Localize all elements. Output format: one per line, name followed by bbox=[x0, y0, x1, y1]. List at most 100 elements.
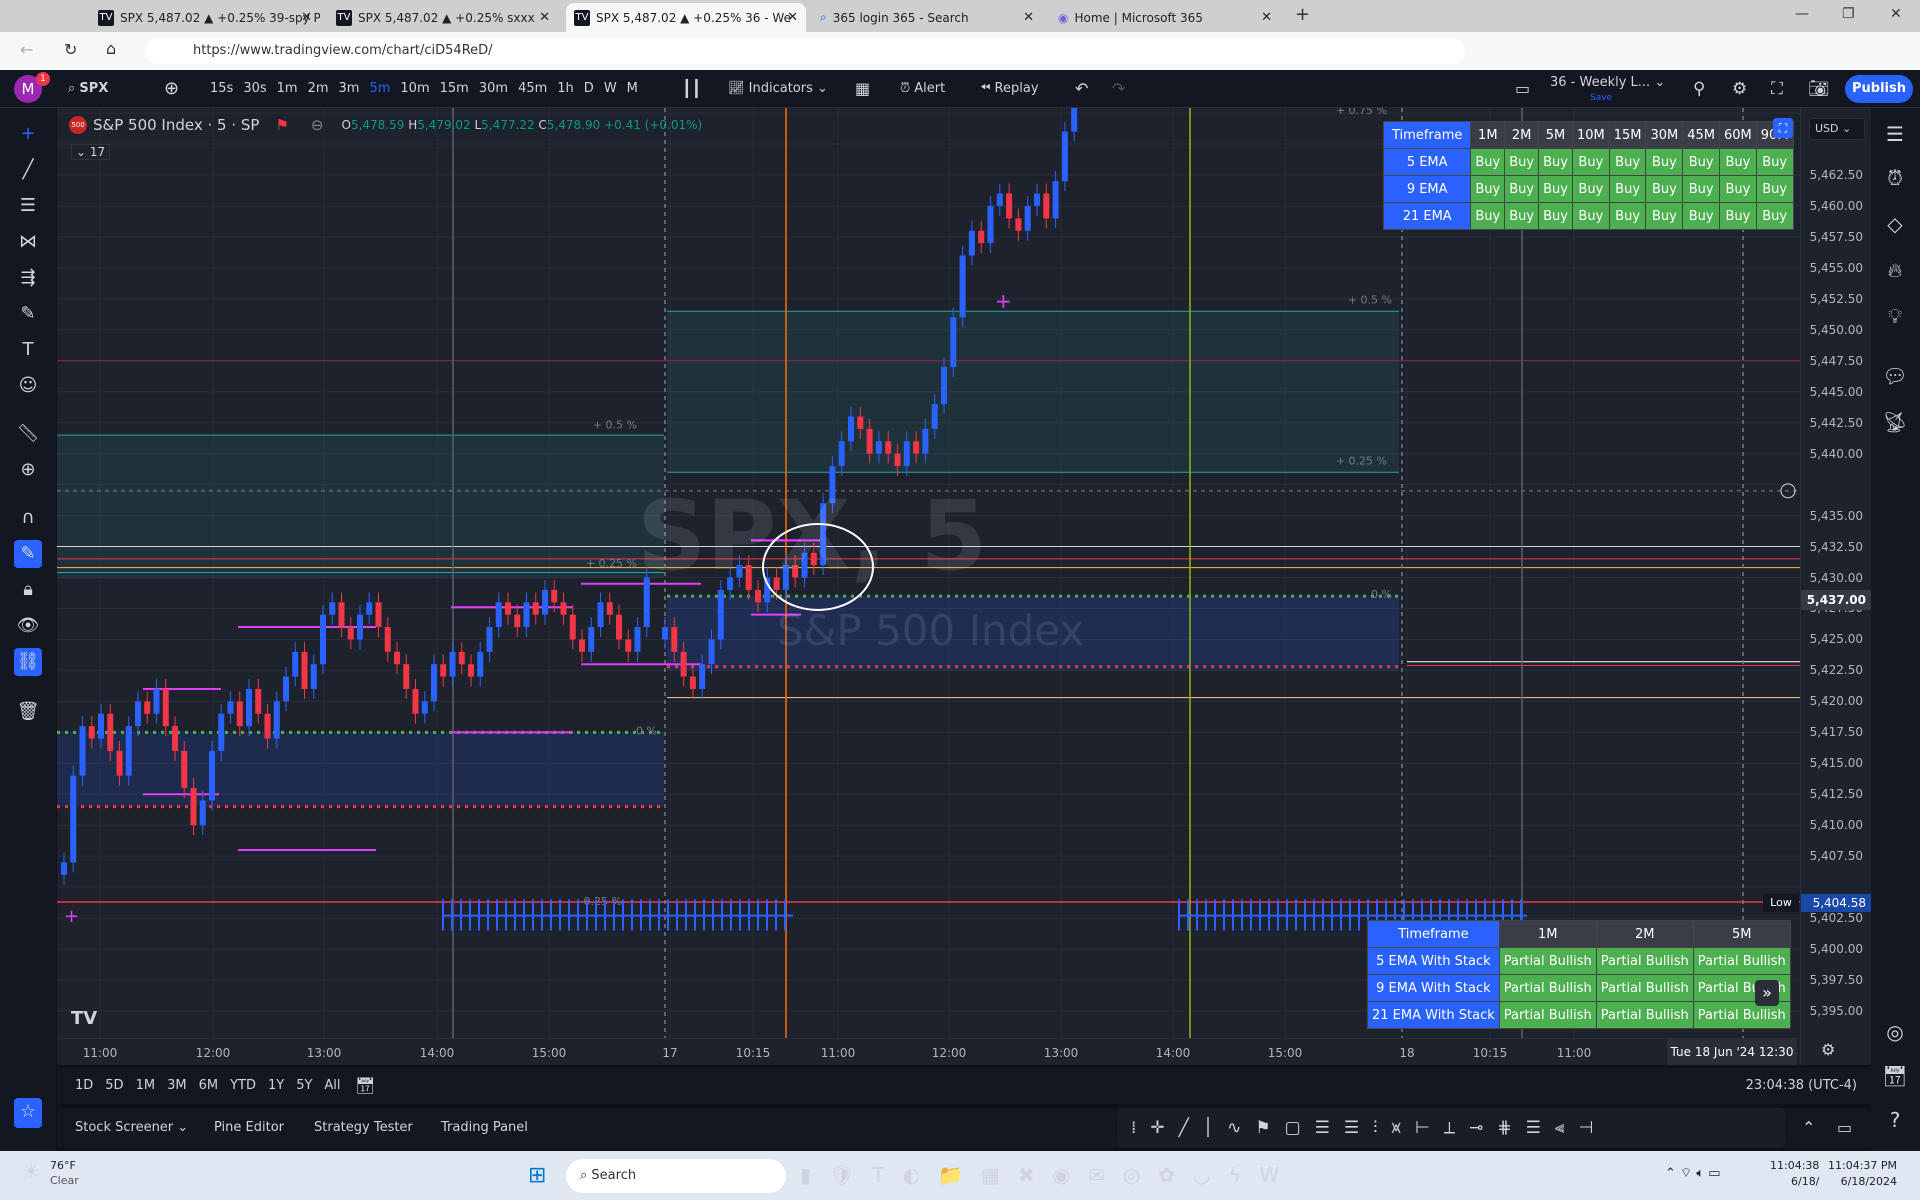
link-icon[interactable]: ⛓︎ bbox=[14, 648, 42, 676]
watchlist-star-icon[interactable]: ☆ bbox=[14, 1098, 42, 1128]
hide-icon[interactable]: ⊖ bbox=[311, 116, 324, 134]
eye-icon[interactable]: 👁︎ bbox=[14, 612, 42, 640]
watchlist-icon[interactable]: ☰ bbox=[1881, 122, 1909, 150]
home-icon[interactable]: ⌂ bbox=[106, 39, 116, 58]
settings-icon[interactable]: ⚙ bbox=[1732, 70, 1747, 108]
clock-timezone[interactable]: 23:04:38 (UTC-4) bbox=[1746, 1078, 1857, 1093]
restore-button[interactable]: ❐ bbox=[1842, 6, 1855, 22]
interval-30m[interactable]: 30m bbox=[479, 70, 508, 108]
interval-1m[interactable]: 1m bbox=[277, 70, 298, 108]
favorite-drawings-toolbar[interactable]: ⁞✛╱│∿⚑▢☰☰⫶⩙⊢⟂⊸⋕☰⫷⊣ bbox=[1117, 1108, 1785, 1148]
publish-button[interactable]: Publish bbox=[1845, 75, 1913, 103]
crosshair-icon[interactable]: + bbox=[14, 120, 42, 148]
tray-icons[interactable]: ⌃ ⌔ 🔈︎ ▭ bbox=[1665, 1165, 1721, 1181]
close-tab-icon[interactable]: ✕ bbox=[1023, 10, 1034, 25]
chat-icon[interactable]: 💬︎ bbox=[1881, 364, 1909, 392]
pattern-icon[interactable]: ⋈ bbox=[14, 228, 42, 256]
magnet-icon[interactable]: ∩ bbox=[14, 504, 42, 532]
interval-1h[interactable]: 1h bbox=[557, 70, 574, 108]
layers-icon[interactable]: ◇ bbox=[1881, 212, 1909, 240]
goto-date-icon[interactable]: 📅︎ bbox=[355, 1076, 375, 1095]
prediction-icon[interactable]: ⇶ bbox=[14, 264, 42, 292]
help-icon[interactable]: ? bbox=[1881, 1108, 1909, 1136]
tab-strategy-tester[interactable]: Strategy Tester bbox=[314, 1120, 413, 1135]
snapshot-icon[interactable]: 📷︎ bbox=[1808, 70, 1830, 108]
text-icon[interactable]: T bbox=[14, 336, 42, 364]
ruler-icon[interactable]: 📏︎ bbox=[14, 420, 42, 448]
browser-tab[interactable]: ◉ Home | Microsoft 365 ✕ bbox=[1050, 3, 1280, 32]
lock-icon[interactable]: 🔒︎ bbox=[14, 576, 42, 604]
trend-line-icon[interactable]: ╱ bbox=[14, 156, 42, 184]
tab-pine-editor[interactable]: Pine Editor bbox=[214, 1120, 284, 1135]
browser-tab[interactable]: TV SPX 5,487.02 ▲ +0.25% sxxx ✕ bbox=[328, 3, 558, 32]
interval-5m[interactable]: 5m bbox=[369, 70, 390, 108]
trash-icon[interactable]: 🗑︎ bbox=[14, 698, 42, 726]
back-icon[interactable]: ← bbox=[20, 40, 33, 59]
range-6m[interactable]: 6M bbox=[199, 1078, 219, 1093]
legend-title[interactable]: S&P 500 Index · 5 · SP bbox=[93, 116, 259, 134]
fib-icon[interactable]: ☰ bbox=[14, 192, 42, 220]
weather-widget[interactable]: 76°F Clear bbox=[50, 1158, 79, 1188]
collapse-panel-icon[interactable]: ⌃ bbox=[1802, 1118, 1815, 1137]
tradingview-logo[interactable]: TV bbox=[71, 1008, 97, 1029]
clock-1[interactable]: 11:04:38 6/18/ bbox=[1770, 1158, 1819, 1190]
range-3m[interactable]: 3M bbox=[167, 1078, 187, 1093]
close-tab-icon[interactable]: ✕ bbox=[1261, 10, 1272, 25]
target-icon[interactable]: ◎ bbox=[1881, 1020, 1909, 1048]
alert-button[interactable]: ⏰︎ Alert bbox=[900, 70, 945, 108]
taskbar-search[interactable]: ⌕ Search bbox=[566, 1159, 786, 1193]
chart-pane[interactable]: + 0.5 % + 0.25 % 0 % - 0.25 % + 0.75 % + 0.5 … bbox=[57, 108, 1800, 1038]
save-label[interactable]: Save bbox=[1550, 93, 1612, 103]
close-tab-icon[interactable]: ✕ bbox=[301, 10, 312, 25]
redo-icon[interactable]: ↷ bbox=[1112, 70, 1125, 108]
flag-icon[interactable]: ⚑ bbox=[275, 116, 288, 134]
fullscreen-icon[interactable]: ⛶ bbox=[1771, 70, 1783, 108]
maximize-panel-icon[interactable]: ▭ bbox=[1837, 1118, 1852, 1137]
close-tab-icon[interactable]: ✕ bbox=[539, 10, 550, 25]
range-5d[interactable]: 5D bbox=[105, 1078, 123, 1093]
interval-3m[interactable]: 3m bbox=[339, 70, 360, 108]
symbol-search-button[interactable]: ⌕ SPX bbox=[68, 70, 108, 108]
range-5y[interactable]: 5Y bbox=[296, 1078, 312, 1093]
axis-settings-icon[interactable]: ⚙ bbox=[1821, 1040, 1835, 1059]
indicators-button[interactable]: 📈︎ Indicators ⌄ bbox=[728, 70, 828, 108]
range-ytd[interactable]: YTD bbox=[230, 1078, 256, 1093]
currency-select[interactable]: USD ⌄ bbox=[1809, 118, 1865, 140]
range-1m[interactable]: 1M bbox=[136, 1078, 156, 1093]
time-axis[interactable]: 11:00 12:00 13:00 14:00 15:00 17 10:15 11:00 12:… bbox=[57, 1038, 1800, 1065]
compare-add-icon[interactable]: ⊕ bbox=[164, 70, 179, 108]
undo-icon[interactable]: ↶ bbox=[1075, 70, 1088, 108]
refresh-icon[interactable]: ↻ bbox=[64, 40, 77, 59]
close-tab-icon[interactable]: ✕ bbox=[787, 10, 798, 25]
tab-stock-screener[interactable]: Stock Screener ⌄ bbox=[75, 1120, 188, 1135]
url-input[interactable]: https://www.tradingview.com/chart/ciD54R… bbox=[145, 38, 1465, 64]
alerts-clock-icon[interactable]: ⏰︎ bbox=[1881, 166, 1909, 194]
range-1y[interactable]: 1Y bbox=[268, 1078, 284, 1093]
indicator-toggle[interactable]: ⌄ 17 bbox=[71, 144, 111, 160]
close-window-button[interactable]: ✕ bbox=[1890, 6, 1902, 22]
pinned-apps[interactable]: ▮🛡︎T◐📁▦✖◉✉◎✿◡ϟW bbox=[800, 1163, 1297, 1187]
interval-D[interactable]: D bbox=[584, 70, 594, 108]
new-tab-button[interactable]: + bbox=[1295, 4, 1310, 25]
browser-tab-active[interactable]: TV SPX 5,487.02 ▲ +0.25% 36 - We ✕ bbox=[566, 3, 806, 32]
zoom-in-icon[interactable]: ⊕ bbox=[14, 456, 42, 484]
range-all[interactable]: All bbox=[324, 1078, 340, 1093]
table-toggle-icon[interactable]: ⛶ bbox=[1773, 118, 1793, 138]
interval-2m[interactable]: 2m bbox=[308, 70, 329, 108]
stay-drawing-icon[interactable]: ✎ bbox=[14, 540, 42, 568]
browser-tab[interactable]: TV SPX 5,487.02 ▲ +0.25% 39-spy P ✕ bbox=[90, 3, 320, 32]
browser-tab[interactable]: ⌕ 365 login 365 - Search ✕ bbox=[812, 3, 1042, 32]
clock-2[interactable]: 11:04:37 PM 6/18/2024 bbox=[1828, 1158, 1897, 1190]
price-axis[interactable]: USD ⌄ 5,462.50 5,460.00 5,457.50 5,455.00 5,… bbox=[1763, 108, 1872, 1065]
interval-M[interactable]: M bbox=[627, 70, 638, 108]
layout-name-button[interactable]: 36 - Weekly L... ⌄ Save bbox=[1550, 76, 1665, 106]
interval-10m[interactable]: 10m bbox=[400, 70, 429, 108]
layout-icon[interactable]: ▭ bbox=[1515, 70, 1530, 108]
ideas-bulb-icon[interactable]: 💡︎ bbox=[1881, 304, 1909, 332]
windows-start-icon[interactable]: ⊞ bbox=[528, 1163, 546, 1188]
weather-icon[interactable]: ☀ bbox=[22, 1159, 40, 1183]
bar-style-icon[interactable]: ┃┃ bbox=[682, 70, 701, 108]
streams-icon[interactable]: 📡︎ bbox=[1881, 410, 1909, 438]
replay-button[interactable]: ⏪︎ Replay bbox=[980, 70, 1039, 108]
interval-15m[interactable]: 15m bbox=[440, 70, 469, 108]
